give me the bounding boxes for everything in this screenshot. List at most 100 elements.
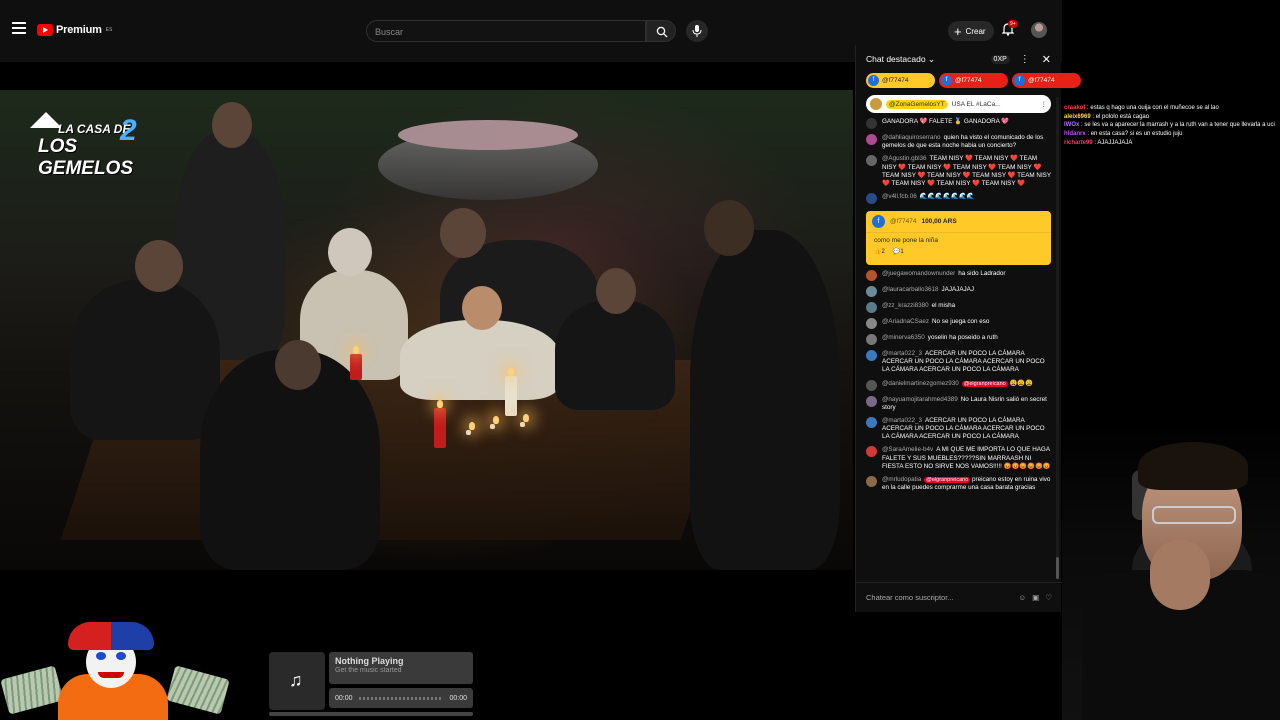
account-avatar[interactable] bbox=[1031, 22, 1047, 38]
emoji-icon[interactable]: ☺ bbox=[1019, 593, 1027, 602]
chat-author[interactable]: @minerva6350 bbox=[882, 334, 925, 341]
progress-bar bbox=[269, 712, 473, 716]
person bbox=[70, 280, 220, 440]
chat-message[interactable]: @zz_krazzi8380 el misha bbox=[866, 302, 1051, 314]
person-head bbox=[328, 228, 372, 276]
video-player[interactable]: LA CASA DE LOS GEMELOS 2 bbox=[0, 90, 853, 570]
chat-author[interactable]: @mrludopatia bbox=[882, 476, 921, 483]
live-chat-panel: Chat destacado ⌄ 0XP ⋮ ✕ f @f77474 f @f7747… bbox=[855, 45, 1081, 612]
chat-message[interactable]: @lauracarballo3618 JAJAJAJAJ bbox=[866, 286, 1051, 298]
chat-message[interactable]: @marta022_3 ACERCAR UN POCO LA CÁMARA ACE… bbox=[866, 416, 1051, 442]
close-icon[interactable]: ✕ bbox=[1042, 53, 1051, 66]
streamer-hair bbox=[1138, 442, 1248, 490]
chat-message[interactable]: @nayuamojitarahmed4389 No Laura Nisrin sa… bbox=[866, 395, 1051, 412]
person-head bbox=[440, 208, 486, 258]
chat-message[interactable]: GANADORA 💖 FALETE 🥇 GANADORA 💖 bbox=[866, 118, 1051, 129]
more-options-icon[interactable]: ⋮ bbox=[1020, 54, 1030, 65]
chat-message[interactable]: @AriadnaCSaez No se juega con eso bbox=[866, 318, 1051, 330]
chat-message[interactable]: @v4ll.fcb.06 🌊🌊🌊🌊🌊🌊🌊 bbox=[866, 193, 1051, 205]
stream-chat-line: hidanrx : en esta casa? si es un estudio… bbox=[1064, 131, 1183, 138]
streamer-webcam bbox=[1062, 420, 1280, 720]
mention-badge[interactable]: @elgranpreicano bbox=[924, 476, 971, 483]
candle bbox=[490, 416, 499, 429]
plus-icon: + bbox=[954, 23, 962, 39]
ticker-item[interactable]: f @f77474 bbox=[939, 73, 1008, 88]
chat-author[interactable]: @v4ll.fcb.06 bbox=[882, 193, 917, 200]
xp-badge[interactable]: 0XP bbox=[990, 54, 1010, 64]
chat-author[interactable]: @Agustin.gbl36 bbox=[882, 155, 927, 162]
chat-title: Chat destacado bbox=[866, 53, 926, 64]
chat-message[interactable]: @minerva6350 yoselin ha poseido a ruth bbox=[866, 334, 1051, 346]
streamer-hand bbox=[1150, 540, 1210, 610]
chat-message[interactable]: @marta022_3 ACERCAR UN POCO LA CÁMARA ACE… bbox=[866, 350, 1051, 375]
track-subtitle: Get the music started bbox=[335, 667, 402, 674]
ticker-name: @f77474 bbox=[1028, 77, 1055, 84]
chat-message-body: @danielmartinezgomez930 @elgranpreicano 😩… bbox=[882, 380, 1033, 391]
notifications-button[interactable]: 9+ bbox=[1001, 20, 1018, 41]
chat-text: 😩😩😩 bbox=[1009, 379, 1034, 387]
time-end: 00:00 bbox=[449, 694, 467, 702]
chat-message[interactable]: @dahliaquiroserrano quien ha visto el com… bbox=[866, 134, 1051, 150]
chat-message[interactable]: @juegawomandownunder ha sido Ladrador bbox=[866, 270, 1051, 282]
chat-author[interactable]: @marta022_3 bbox=[882, 417, 922, 424]
chat-message[interactable]: @Agustin.gbl36 TEAM NISY ❤️ TEAM NISY ❤️ … bbox=[866, 155, 1051, 188]
search-input[interactable]: Buscar bbox=[366, 20, 646, 42]
stream-chat-text: el pololo está cagao bbox=[1095, 113, 1150, 120]
chat-author[interactable]: @juegawomandownunder bbox=[882, 270, 955, 277]
jester-hat bbox=[68, 622, 154, 650]
super-chat-replies[interactable]: 💬1 bbox=[893, 248, 904, 255]
super-chat-avatar: f bbox=[872, 215, 885, 229]
chat-author[interactable]: @danielmartinezgomez930 bbox=[882, 380, 959, 387]
search-icon bbox=[656, 26, 668, 38]
voice-search-button[interactable] bbox=[686, 20, 708, 42]
person bbox=[400, 320, 560, 400]
chat-input[interactable]: Chatear como suscriptor... bbox=[866, 593, 1013, 602]
stream-chat-user: richarte99 bbox=[1064, 139, 1093, 146]
create-button[interactable]: + Crear bbox=[948, 21, 994, 41]
chat-text: GANADORA 💖 FALETE 🥇 GANADORA 💖 bbox=[882, 118, 1010, 125]
scrollbar-thumb[interactable] bbox=[1056, 557, 1059, 579]
chat-author[interactable]: @dahliaquiroserrano bbox=[882, 134, 941, 141]
chat-message[interactable]: @mrludopatia @elgranpreicano preicano est… bbox=[866, 475, 1051, 492]
heart-icon[interactable]: ♡ bbox=[1045, 593, 1052, 602]
chat-message[interactable]: @danielmartinezgomez930 @elgranpreicano 😩… bbox=[866, 379, 1051, 391]
ticker-item[interactable]: f @f77474 bbox=[866, 73, 935, 88]
youtube-play-icon bbox=[37, 24, 53, 36]
chat-message-body: @marta022_3 ACERCAR UN POCO LA CÁMARA ACE… bbox=[882, 350, 1051, 375]
chat-avatar bbox=[866, 318, 877, 330]
chat-author[interactable]: @nayuamojitarahmed4389 bbox=[882, 396, 958, 403]
chat-author[interactable]: @lauracarballo3618 bbox=[882, 286, 938, 293]
super-chat-header: f @f77474 100,00 ARS bbox=[866, 211, 1051, 234]
more-options-icon[interactable]: ⋮ bbox=[1041, 100, 1048, 108]
person bbox=[555, 300, 675, 410]
chat-author[interactable]: @marta022_3 bbox=[882, 350, 922, 357]
super-chat-amount: 100,00 ARS bbox=[921, 218, 957, 226]
chat-author[interactable]: @AriadnaCSaez bbox=[882, 318, 929, 325]
search-button[interactable] bbox=[646, 20, 676, 42]
chat-text: el misha bbox=[931, 302, 956, 310]
stream-chat-text: AJAJJAJAJA bbox=[1097, 139, 1133, 146]
chat-message[interactable]: @SaraAmelie-b4v A MI QUE ME IMPORTA LO QU… bbox=[866, 446, 1051, 471]
track-title: Nothing Playing bbox=[335, 656, 404, 666]
mention-badge[interactable]: @elgranpreicano bbox=[961, 380, 1008, 387]
chat-author[interactable]: @zz_krazzi8380 bbox=[882, 302, 929, 309]
super-chat[interactable]: f @f77474 100,00 ARS como me pone la niñ… bbox=[866, 211, 1051, 266]
chat-author[interactable]: @SaraAmelie-b4v bbox=[882, 446, 933, 453]
super-chat-icon[interactable]: ▣ bbox=[1032, 593, 1039, 602]
chat-message-body: GANADORA 💖 FALETE 🥇 GANADORA 💖 bbox=[882, 118, 1009, 129]
chat-message-body: @SaraAmelie-b4v A MI QUE ME IMPORTA LO QU… bbox=[882, 446, 1051, 471]
pinned-message[interactable]: @ZonaGemelosYT USA EL #LaCa... ⋮ bbox=[866, 95, 1051, 113]
super-chat-likes[interactable]: 👍2 bbox=[874, 248, 885, 255]
chat-scrollbar[interactable] bbox=[1056, 97, 1059, 579]
youtube-premium-logo[interactable]: Premium ES bbox=[37, 24, 112, 36]
stream-chat-line: richarte99 : AJAJJAJAJA bbox=[1064, 139, 1133, 146]
menu-icon[interactable] bbox=[12, 22, 26, 36]
chat-text: No se juega con eso bbox=[932, 318, 990, 326]
ticker-item[interactable]: f @f77474 bbox=[1012, 73, 1081, 88]
stream-chat-user: IWOx bbox=[1064, 122, 1080, 129]
pinned-avatar bbox=[870, 98, 882, 110]
ticker-avatar: f bbox=[941, 75, 952, 86]
chat-message-body: @marta022_3 ACERCAR UN POCO LA CÁMARA ACE… bbox=[882, 417, 1051, 442]
joker-mouth bbox=[98, 672, 124, 678]
chat-mode-dropdown[interactable]: Chat destacado ⌄ bbox=[866, 54, 991, 65]
